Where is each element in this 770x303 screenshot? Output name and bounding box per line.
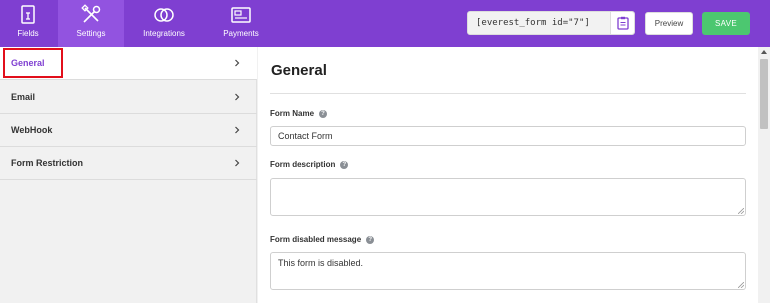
sidebar-item-email[interactable]: Email [0, 81, 257, 114]
field-label: Form disabled message [270, 235, 362, 244]
integrations-icon [154, 8, 174, 22]
resize-handle-icon[interactable] [738, 208, 744, 214]
form-name-label: Form Name ? [270, 109, 328, 118]
sidebar-item-label: WebHook [11, 125, 53, 135]
form-description-textarea[interactable] [270, 178, 746, 216]
copy-shortcode-button[interactable] [610, 12, 634, 34]
chevron-right-icon [235, 159, 240, 167]
tab-label: Integrations [143, 29, 185, 38]
top-toolbar: Fields Settings Integrations Payments [e… [0, 0, 770, 47]
highlight-box [3, 48, 63, 78]
help-icon[interactable]: ? [366, 235, 375, 244]
sidebar-item-webhook[interactable]: WebHook [0, 114, 257, 147]
form-disabled-message-value: This form is disabled. [278, 258, 364, 268]
scroll-up-arrow-icon[interactable] [761, 50, 767, 54]
field-label: Form Name [270, 109, 315, 118]
sidebar-item-general[interactable]: General [0, 47, 257, 80]
form-disabled-message-textarea[interactable]: This form is disabled. [270, 252, 746, 290]
scrollbar[interactable] [758, 47, 770, 303]
fields-icon [21, 5, 35, 24]
sidebar-item-label: Form Restriction [11, 158, 84, 168]
help-icon[interactable]: ? [340, 160, 349, 169]
sidebar-item-label: Email [11, 92, 36, 102]
help-icon[interactable]: ? [319, 109, 328, 118]
settings-sidebar: General Email WebHook Form Restriction [0, 47, 257, 303]
tab-label: Fields [17, 29, 39, 38]
shortcode-field[interactable]: [everest_form id="7"] [467, 11, 635, 35]
form-description-label: Form description ? [270, 160, 349, 169]
tab-fields[interactable]: Fields [0, 0, 56, 47]
field-label: Form description [270, 160, 336, 169]
tab-label: Settings [76, 29, 106, 38]
chevron-right-icon [235, 93, 240, 101]
tab-payments[interactable]: Payments [210, 0, 272, 47]
shortcode-text[interactable]: [everest_form id="7"] [468, 18, 610, 28]
chevron-right-icon [235, 126, 240, 134]
settings-icon [81, 4, 101, 23]
general-settings-panel: General Form Name ? Contact Form Form de… [258, 47, 758, 303]
tab-settings[interactable]: Settings [58, 0, 124, 47]
preview-button[interactable]: Preview [645, 12, 693, 35]
form-name-value: Contact Form [278, 131, 333, 141]
chevron-right-icon [235, 59, 240, 67]
sidebar-item-form-restriction[interactable]: Form Restriction [0, 147, 257, 180]
payments-icon [231, 7, 251, 23]
divider [270, 93, 746, 94]
tab-label: Payments [223, 29, 259, 38]
form-name-input[interactable]: Contact Form [270, 126, 746, 146]
resize-handle-icon[interactable] [738, 282, 744, 288]
tab-integrations[interactable]: Integrations [132, 0, 196, 47]
page-title: General [271, 62, 327, 79]
form-disabled-message-label: Form disabled message ? [270, 235, 375, 244]
scrollbar-thumb[interactable] [760, 59, 768, 129]
clipboard-icon [616, 16, 629, 30]
save-button[interactable]: SAVE [702, 12, 750, 35]
